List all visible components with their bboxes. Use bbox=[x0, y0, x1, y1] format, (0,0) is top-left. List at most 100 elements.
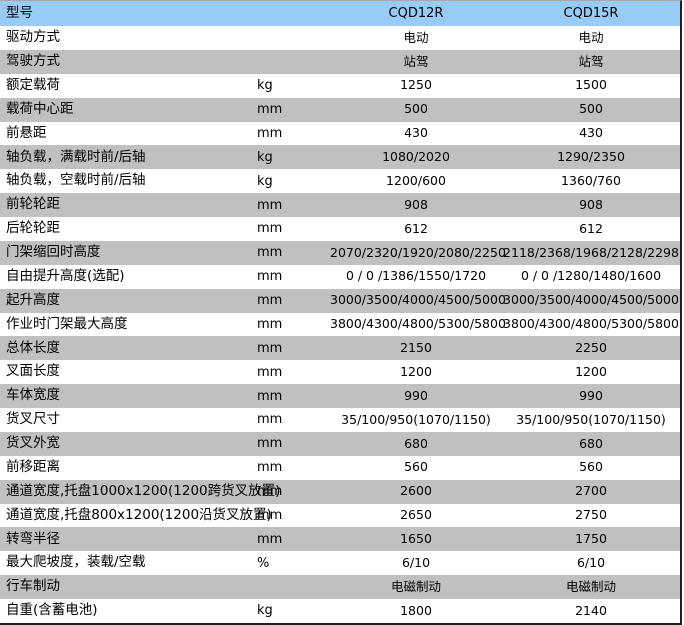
spec-name-cell: 轴负载，满载时前/后轴 bbox=[0, 151, 257, 165]
cqd15r-value-cell: 2250 bbox=[502, 342, 680, 355]
spec-name-cell: 前悬距 bbox=[0, 127, 257, 141]
table-row: 最大爬坡度，装载/空载 % 6/10 6/10 bbox=[0, 551, 680, 575]
cqd15r-value-cell: 3800/4300/4800/5300/5800 bbox=[502, 318, 680, 331]
cqd12r-value-cell: 430 bbox=[330, 127, 502, 140]
cqd15r-value-cell: 612 bbox=[502, 223, 680, 236]
spec-unit-cell: mm bbox=[257, 533, 330, 546]
table-row: 驱动方式 电动 电动 bbox=[0, 26, 680, 50]
table-row: 驾驶方式 站驾 站驾 bbox=[0, 50, 680, 74]
spec-name-cell: 后轮轮距 bbox=[0, 222, 257, 236]
table-header-row: 型号 CQD12R CQD15R bbox=[0, 1, 680, 26]
header-model-label: 型号 bbox=[0, 7, 257, 21]
cqd12r-value-cell: 1080/2020 bbox=[330, 151, 502, 164]
spec-unit-cell: mm bbox=[257, 294, 330, 307]
cqd15r-value-cell: 站驾 bbox=[502, 56, 680, 69]
cqd12r-value-cell: 2650 bbox=[330, 509, 502, 522]
cqd12r-value-cell: 1800 bbox=[330, 605, 502, 618]
cqd15r-value-cell: 1750 bbox=[502, 533, 680, 546]
spec-name-cell: 自重(含蓄电池) bbox=[0, 604, 257, 618]
table-row: 轴负载，空载时前/后轴 kg 1200/600 1360/760 bbox=[0, 169, 680, 193]
table-row: 货叉外宽 mm 680 680 bbox=[0, 432, 680, 456]
spec-name-cell: 总体长度 bbox=[0, 342, 257, 356]
header-model-cqd15r: CQD15R bbox=[502, 7, 680, 20]
cqd15r-value-cell: 1290/2350 bbox=[502, 151, 680, 164]
cqd12r-value-cell: 3800/4300/4800/5300/5800 bbox=[330, 318, 502, 331]
table-row: 起升高度 mm 3000/3500/4000/4500/5000 3000/35… bbox=[0, 289, 680, 313]
spec-name-cell: 驱动方式 bbox=[0, 31, 257, 45]
table-row: 前悬距 mm 430 430 bbox=[0, 122, 680, 146]
spec-unit-cell: mm bbox=[257, 413, 330, 426]
cqd15r-value-cell: 2700 bbox=[502, 485, 680, 498]
table-row: 通道宽度,托盘800x1200(1200沿货叉放置) mm 2650 2750 bbox=[0, 504, 680, 528]
table-row: 前移距离 mm 560 560 bbox=[0, 456, 680, 480]
spec-unit-cell: mm bbox=[257, 318, 330, 331]
cqd12r-value-cell: 1200 bbox=[330, 366, 502, 379]
spec-name-cell: 载荷中心距 bbox=[0, 103, 257, 117]
spec-unit-cell: mm bbox=[257, 390, 330, 403]
cqd12r-value-cell: 2070/2320/1920/2080/2250 bbox=[330, 247, 502, 260]
table-row: 通道宽度,托盘1000x1200(1200跨货叉放置) mm 2600 2700 bbox=[0, 480, 680, 504]
cqd12r-value-cell: 0 / 0 /1386/1550/1720 bbox=[330, 270, 502, 283]
table-row: 后轮轮距 mm 612 612 bbox=[0, 217, 680, 241]
cqd15r-value-cell: 500 bbox=[502, 103, 680, 116]
header-model-cqd12r: CQD12R bbox=[330, 7, 502, 20]
spec-unit-cell: mm bbox=[257, 366, 330, 379]
cqd15r-value-cell: 2140 bbox=[502, 605, 680, 618]
spec-unit-cell: mm bbox=[257, 246, 330, 259]
spec-name-cell: 起升高度 bbox=[0, 294, 257, 308]
spec-unit-cell: mm bbox=[257, 103, 330, 116]
table-row: 作业时门架最大高度 mm 3800/4300/4800/5300/5800 38… bbox=[0, 313, 680, 337]
cqd12r-value-cell: 电动 bbox=[330, 32, 502, 45]
cqd15r-value-cell: 680 bbox=[502, 438, 680, 451]
spec-unit-cell: mm bbox=[257, 461, 330, 474]
table-row: 门架缩回时高度 mm 2070/2320/1920/2080/2250 2118… bbox=[0, 241, 680, 265]
cqd12r-value-cell: 990 bbox=[330, 390, 502, 403]
cqd12r-value-cell: 1250 bbox=[330, 79, 502, 92]
cqd15r-value-cell: 35/100/950(1070/1150) bbox=[502, 414, 680, 427]
cqd15r-value-cell: 2118/2368/1968/2128/2298 bbox=[502, 247, 680, 260]
cqd15r-value-cell: 电磁制动 bbox=[502, 581, 680, 594]
table-row: 总体长度 mm 2150 2250 bbox=[0, 336, 680, 360]
table-row: 车体宽度 mm 990 990 bbox=[0, 384, 680, 408]
cqd15r-value-cell: 560 bbox=[502, 461, 680, 474]
table-row: 转弯半径 mm 1650 1750 bbox=[0, 527, 680, 551]
cqd15r-value-cell: 6/10 bbox=[502, 557, 680, 570]
spec-unit-cell: mm bbox=[257, 222, 330, 235]
cqd12r-value-cell: 680 bbox=[330, 438, 502, 451]
spec-unit-cell: mm bbox=[257, 437, 330, 450]
spec-name-cell: 自由提升高度(选配) bbox=[0, 270, 257, 284]
cqd15r-value-cell: 3000/3500/4000/4500/5000 bbox=[502, 294, 680, 307]
spec-name-cell: 车体宽度 bbox=[0, 389, 257, 403]
spec-name-cell: 最大爬坡度，装载/空载 bbox=[0, 556, 257, 570]
spec-name-cell: 货叉尺寸 bbox=[0, 413, 257, 427]
cqd12r-value-cell: 2600 bbox=[330, 485, 502, 498]
spec-name-cell: 通道宽度,托盘1000x1200(1200跨货叉放置) bbox=[0, 485, 257, 499]
cqd12r-value-cell: 612 bbox=[330, 223, 502, 236]
cqd12r-value-cell: 2150 bbox=[330, 342, 502, 355]
cqd15r-value-cell: 1360/760 bbox=[502, 175, 680, 188]
table-row: 额定载荷 kg 1250 1500 bbox=[0, 74, 680, 98]
cqd12r-value-cell: 电磁制动 bbox=[330, 581, 502, 594]
cqd12r-value-cell: 908 bbox=[330, 199, 502, 212]
spec-unit-cell: kg bbox=[257, 604, 330, 617]
cqd15r-value-cell: 908 bbox=[502, 199, 680, 212]
spec-name-cell: 转弯半径 bbox=[0, 533, 257, 547]
spec-unit-cell: mm bbox=[257, 342, 330, 355]
spec-sheet-page: 型号 CQD12R CQD15R 驱动方式 电动 电动 驾驶方式 站驾 站驾 额… bbox=[0, 0, 684, 625]
spec-name-cell: 前轮轮距 bbox=[0, 198, 257, 212]
spec-unit-cell: kg bbox=[257, 79, 330, 92]
cqd12r-value-cell: 3000/3500/4000/4500/5000 bbox=[330, 294, 502, 307]
table-row: 载荷中心距 mm 500 500 bbox=[0, 98, 680, 122]
spec-name-cell: 叉面长度 bbox=[0, 365, 257, 379]
spec-name-cell: 驾驶方式 bbox=[0, 55, 257, 69]
table-row: 货叉尺寸 mm 35/100/950(1070/1150) 35/100/950… bbox=[0, 408, 680, 432]
spec-name-cell: 前移距离 bbox=[0, 461, 257, 475]
cqd12r-value-cell: 1650 bbox=[330, 533, 502, 546]
cqd12r-value-cell: 站驾 bbox=[330, 56, 502, 69]
forklift-spec-table: 型号 CQD12R CQD15R 驱动方式 电动 电动 驾驶方式 站驾 站驾 额… bbox=[0, 0, 682, 625]
cqd15r-value-cell: 1200 bbox=[502, 366, 680, 379]
table-row: 自由提升高度(选配) mm 0 / 0 /1386/1550/1720 0 / … bbox=[0, 265, 680, 289]
spec-name-cell: 门架缩回时高度 bbox=[0, 246, 257, 260]
spec-unit-cell: kg bbox=[257, 175, 330, 188]
cqd15r-value-cell: 0 / 0 /1280/1480/1600 bbox=[502, 270, 680, 283]
